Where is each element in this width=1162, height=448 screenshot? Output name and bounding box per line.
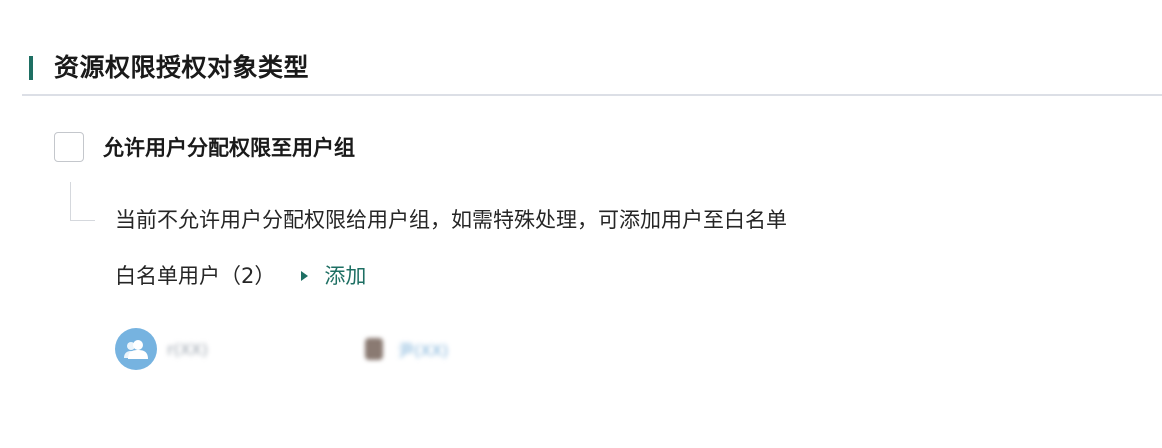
allow-group-assignment-checkbox[interactable] [54, 132, 84, 162]
section-header: 资源权限授权对象类型 [22, 46, 1162, 96]
option-description: 当前不允许用户分配权限给用户组，如需特殊处理，可添加用户至白名单 [115, 208, 787, 232]
user-name: 尹(XX) [397, 341, 449, 360]
photo-avatar [360, 329, 388, 369]
whitelist-user[interactable]: r(XX) [115, 328, 208, 370]
whitelist-user-list: r(XX) 尹(XX) [115, 327, 482, 371]
add-whitelist-user-link[interactable]: 添加 [301, 260, 366, 292]
caret-right-icon [301, 271, 309, 281]
add-link-label[interactable]: 添加 [324, 260, 366, 292]
section-title: 资源权限授权对象类型 [54, 53, 310, 82]
tree-connector-line [70, 182, 95, 221]
user-name: r(XX) [167, 339, 208, 359]
checkbox-label[interactable]: 允许用户分配权限至用户组 [103, 133, 355, 163]
whitelist-row: 白名单用户（2） 添加 [115, 259, 366, 293]
whitelist-user[interactable]: 尹(XX) [242, 329, 448, 369]
whitelist-label: 白名单用户（2） [115, 264, 276, 288]
group-avatar-icon [115, 328, 157, 370]
title-accent-bar [29, 56, 33, 80]
